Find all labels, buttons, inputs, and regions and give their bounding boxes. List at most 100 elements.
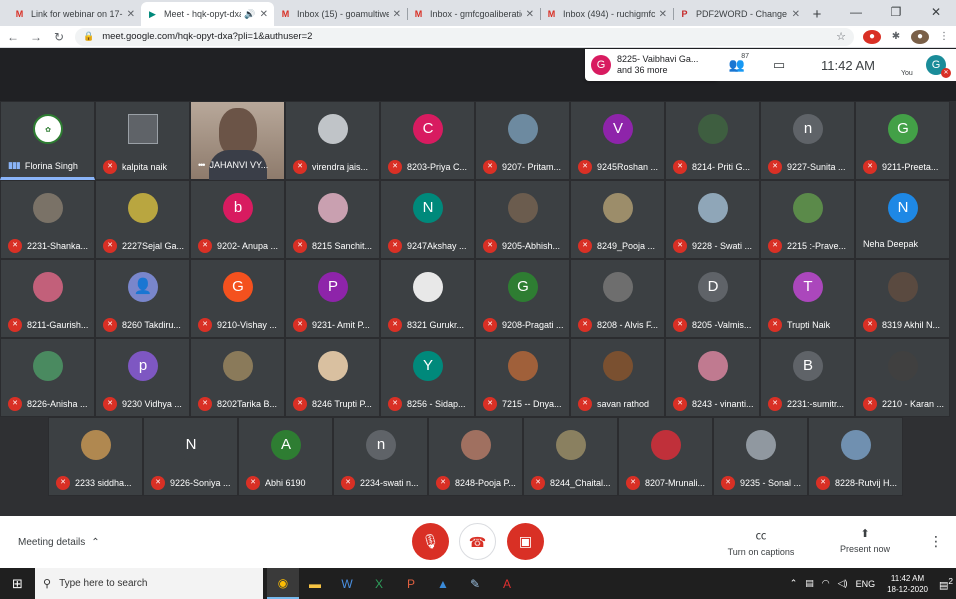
tab-close-icon[interactable]: ✕ <box>260 9 268 20</box>
tab-close-icon[interactable]: ✕ <box>526 9 534 20</box>
participant-tile[interactable]: ✕ 2233 siddha... <box>48 417 143 496</box>
taskbar-clock[interactable]: 11:42 AM 18-12-2020 <box>887 573 928 595</box>
network-icon[interactable]: ▤ <box>805 578 814 589</box>
participant-tile[interactable]: ✕ 8211-Gaurish... <box>0 259 95 338</box>
leave-call-button[interactable]: ☎ <box>459 523 496 560</box>
more-options-icon[interactable]: ⋮ <box>929 533 943 550</box>
bookmark-star-icon[interactable]: ☆ <box>836 30 846 43</box>
participant-tile[interactable]: ✕ 8215 Sanchit... <box>285 180 380 259</box>
participant-tile[interactable]: ✕ 8319 Akhil N... <box>855 259 950 338</box>
file-explorer-icon[interactable]: ▬ <box>299 568 331 599</box>
participant-tile[interactable]: T ✕ Trupti Naik <box>760 259 855 338</box>
address-bar[interactable]: 🔒 meet.google.com/hqk-opyt-dxa?pli=1&aut… <box>75 27 854 46</box>
lock-icon[interactable]: 🔒 <box>83 31 94 42</box>
participant-tile[interactable]: ✕ 8228-Rutvij H... <box>808 417 903 496</box>
extension-icon[interactable]: ● <box>863 29 881 44</box>
participant-tile[interactable]: ✕ 8214- Priti G... <box>665 101 760 180</box>
participant-tile[interactable]: N ✕ 9226-Soniya ... <box>143 417 238 496</box>
participant-tile[interactable]: ✕ 8249_Pooja ... <box>570 180 665 259</box>
participant-tile[interactable]: G ✕ 9208-Pragati ... <box>475 259 570 338</box>
wifi-icon[interactable]: ◠ <box>822 578 830 589</box>
participant-tile[interactable]: ✕ 9235 - Sonal ... <box>713 417 808 496</box>
participant-tile[interactable]: ✕ 2215 :-Prave... <box>760 180 855 259</box>
tab-close-icon[interactable]: ✕ <box>659 9 667 20</box>
participants-button[interactable]: 👥 87 <box>723 53 751 73</box>
meeting-details-button[interactable]: Meeting details ⌃ <box>18 534 100 548</box>
browser-menu-icon[interactable]: ⋮ <box>935 30 953 44</box>
participant-tile[interactable]: ✕ 9228 - Swati ... <box>665 180 760 259</box>
participant-tile[interactable]: G ✕ 9211-Preeta... <box>855 101 950 180</box>
participant-tile[interactable]: ✕ 8244_Chaital... <box>523 417 618 496</box>
participant-tile[interactable]: ✕ 9207- Pritam... <box>475 101 570 180</box>
browser-tab[interactable]: P PDF2WORD - Change PDF ✕ <box>673 2 806 26</box>
participant-tile[interactable]: n ✕ 9227-Sunita ... <box>760 101 855 180</box>
chrome-app-icon[interactable]: ◉ <box>267 568 299 599</box>
participant-tile[interactable]: ✕ 8208 - Alvis F... <box>570 259 665 338</box>
photos-icon[interactable]: ▲ <box>427 568 459 599</box>
tab-audio-icon[interactable]: 🔊 <box>244 9 255 20</box>
participant-tile[interactable]: ✕ 2210 - Karan ... <box>855 338 950 417</box>
participant-tile[interactable]: A ✕ Abhi 6190 <box>238 417 333 496</box>
participant-tile[interactable]: ✕ 2231-Shanka... <box>0 180 95 259</box>
chat-button[interactable]: ▭ <box>765 57 793 73</box>
tray-chevron-icon[interactable]: ⌃ <box>790 578 798 589</box>
participant-tile[interactable]: ••• JAHANVI VY... <box>190 101 285 180</box>
participant-tile[interactable]: B ✕ 2231:-sumitr... <box>760 338 855 417</box>
participant-tile[interactable]: ✕ 8248-Pooja P... <box>428 417 523 496</box>
browser-tab[interactable]: M Inbox - gmfcgoaliberation ✕ <box>407 2 540 26</box>
forward-icon[interactable]: → <box>26 30 46 44</box>
participant-tile[interactable]: D ✕ 8205 -Valmis... <box>665 259 760 338</box>
participant-tile[interactable]: ✿ ▮▮▮ Florina Singh <box>0 101 95 180</box>
participant-tile[interactable]: ✕ 8246 Trupti P... <box>285 338 380 417</box>
participant-tile[interactable]: ✕ 8207-Mrunali... <box>618 417 713 496</box>
participant-tile[interactable]: N ✕ 9247Akshay ... <box>380 180 475 259</box>
participant-tile[interactable]: ✕ 9205-Abhish... <box>475 180 570 259</box>
participant-tile[interactable]: n ✕ 2234-swati n... <box>333 417 428 496</box>
self-avatar[interactable]: G ✕ <box>926 55 951 78</box>
participant-tile[interactable]: P ✕ 9231- Amit P... <box>285 259 380 338</box>
participant-tile[interactable]: ✕ virendra jais... <box>285 101 380 180</box>
browser-tab[interactable]: M Link for webinar on 17-12 ✕ <box>8 2 141 26</box>
tab-close-icon[interactable]: ✕ <box>127 9 135 20</box>
participant-tile[interactable]: V ✕ 9245Roshan ... <box>570 101 665 180</box>
paint-icon[interactable]: ✎ <box>459 568 491 599</box>
participant-tile[interactable]: N Neha Deepak <box>855 180 950 259</box>
tab-close-icon[interactable]: ✕ <box>792 9 800 20</box>
microphone-toggle-button[interactable]: 🎙 <box>412 523 449 560</box>
participant-tile[interactable]: ✕ 8321 Gurukr... <box>380 259 475 338</box>
participant-tile[interactable]: ✕ kalpita naik <box>95 101 190 180</box>
language-indicator[interactable]: ENG <box>856 579 876 589</box>
participant-tile[interactable]: ✕ 8243 - vinanti... <box>665 338 760 417</box>
participant-tile[interactable]: G ✕ 9210-Vishay ... <box>190 259 285 338</box>
browser-tab[interactable]: ▶ Meet - hqk-opyt-dxa 🔊 ✕ <box>141 2 274 26</box>
powerpoint-icon[interactable]: P <box>395 568 427 599</box>
captions-button[interactable]: ㏄ Turn on captions <box>716 527 806 557</box>
camera-toggle-button[interactable]: ▣ <box>507 523 544 560</box>
participant-tile[interactable]: b ✕ 9202- Anupa ... <box>190 180 285 259</box>
participant-tile[interactable]: ✕ 8226-Anisha ... <box>0 338 95 417</box>
volume-icon[interactable]: ◁) <box>838 578 848 589</box>
participant-tile[interactable]: C ✕ 8203-Priya C... <box>380 101 475 180</box>
close-window-icon[interactable]: ✕ <box>916 0 956 24</box>
acrobat-icon[interactable]: A <box>491 568 523 599</box>
minimize-icon[interactable]: — <box>836 0 876 24</box>
participant-tile[interactable]: ✕ savan rathod <box>570 338 665 417</box>
extensions-puzzle-icon[interactable]: ✱ <box>887 30 905 44</box>
browser-tab[interactable]: M Inbox (15) - goamultiweb ✕ <box>274 2 407 26</box>
participant-tile[interactable]: ✕ 8202Tarika B... <box>190 338 285 417</box>
restore-icon[interactable]: ❐ <box>876 0 916 24</box>
back-icon[interactable]: ← <box>3 30 23 44</box>
reload-icon[interactable]: ↻ <box>49 30 69 44</box>
windows-start-icon[interactable]: ⊞ <box>0 576 35 592</box>
tab-close-icon[interactable]: ✕ <box>393 9 401 20</box>
participant-tile[interactable]: 👤 ✕ 8260 Takdiru... <box>95 259 190 338</box>
taskbar-search[interactable]: ⚲ Type here to search <box>35 568 263 599</box>
browser-tab[interactable]: M Inbox (494) - ruchigmfc@ ✕ <box>540 2 673 26</box>
present-now-button[interactable]: ⬆ Present now <box>820 527 910 554</box>
excel-icon[interactable]: X <box>363 568 395 599</box>
profile-avatar[interactable]: ● <box>911 29 929 44</box>
notifications-icon[interactable]: ▤2 <box>936 576 956 591</box>
participant-tile[interactable]: Y ✕ 8256 - Sidap... <box>380 338 475 417</box>
word-icon[interactable]: W <box>331 568 363 599</box>
participant-tile[interactable]: p ✕ 9230 Vidhya ... <box>95 338 190 417</box>
